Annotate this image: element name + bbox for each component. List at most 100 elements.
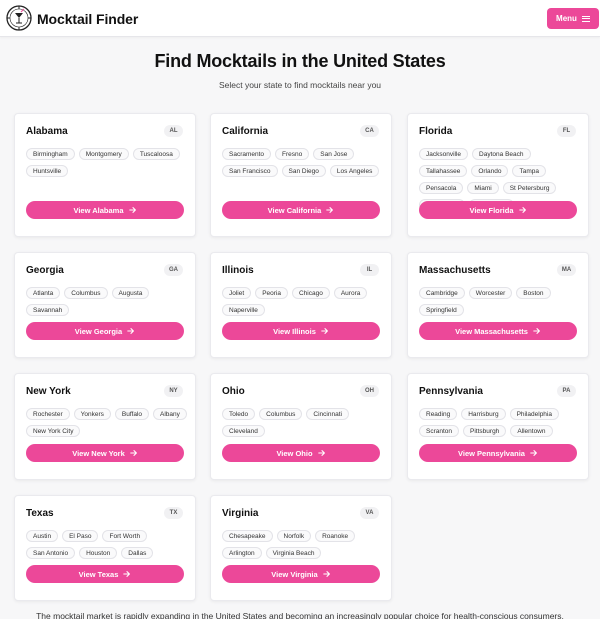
- city-chip[interactable]: Roanoke: [315, 530, 356, 542]
- city-chip[interactable]: Cambridge: [419, 287, 465, 299]
- view-state-button-label: View Massachusetts: [455, 326, 528, 336]
- city-chip[interactable]: Austin: [26, 530, 59, 542]
- city-chip[interactable]: Montgomery: [78, 148, 129, 160]
- city-chip[interactable]: Fresno: [275, 148, 310, 160]
- view-state-button-label: View Texas: [78, 569, 119, 579]
- view-state-button[interactable]: View Florida: [419, 201, 577, 219]
- arrow-right-icon: [533, 328, 540, 334]
- city-chip[interactable]: Tampa: [512, 165, 546, 177]
- city-chip[interactable]: Augusta: [111, 287, 150, 299]
- state-card-florida: Florida FL Jacksonville Daytona Beach Tallah…: [407, 113, 589, 237]
- city-chip[interactable]: Fort Worth: [102, 530, 148, 542]
- city-chip[interactable]: Chicago: [291, 287, 330, 299]
- city-chip-list: Birmingham Montgomery Tuscaloosa Huntsville: [26, 148, 187, 177]
- view-state-button[interactable]: View Illinois: [222, 322, 380, 340]
- view-state-button-label: View Virginia: [271, 569, 318, 579]
- city-chip[interactable]: Tallahassee: [419, 165, 468, 177]
- city-chip[interactable]: San Jose: [313, 148, 355, 160]
- city-chip[interactable]: Dallas: [121, 547, 154, 559]
- city-chip[interactable]: Aurora: [333, 287, 368, 299]
- city-chip[interactable]: Worcester: [468, 287, 513, 299]
- state-name: Ohio: [222, 386, 245, 397]
- view-state-button[interactable]: View Massachusetts: [419, 322, 577, 340]
- state-abbr-badge: VA: [360, 507, 379, 519]
- view-state-button[interactable]: View Alabama: [26, 201, 184, 219]
- view-state-button[interactable]: View Ohio: [222, 444, 380, 462]
- top-navbar: Mocktail Finder Menu: [0, 0, 600, 37]
- state-name: Pennsylvania: [419, 386, 483, 397]
- city-chip[interactable]: Boston: [516, 287, 551, 299]
- city-chip[interactable]: San Francisco: [222, 165, 278, 177]
- city-chip[interactable]: Savannah: [26, 304, 70, 316]
- page-subtitle: Select your state to find mocktails near…: [218, 80, 382, 90]
- city-chip[interactable]: Huntsville: [26, 165, 69, 177]
- compass-cocktail-logo[interactable]: [6, 5, 32, 31]
- city-chip[interactable]: Pittsburgh: [463, 425, 507, 437]
- city-chip-list: Reading Harrisburg Philadelphia Scranton Pit…: [419, 408, 580, 437]
- city-chip-list: Cambridge Worcester Boston Springfield: [419, 287, 580, 316]
- arrow-right-icon: [321, 328, 328, 334]
- view-state-button[interactable]: View Texas: [26, 565, 184, 583]
- city-chip[interactable]: Atlanta: [26, 287, 61, 299]
- arrow-right-icon: [322, 571, 330, 577]
- city-chip[interactable]: Rochester: [26, 408, 70, 420]
- city-chip[interactable]: Columbus: [259, 408, 303, 420]
- city-chip[interactable]: Cleveland: [222, 425, 265, 437]
- city-chip[interactable]: St Petersburg: [502, 182, 557, 194]
- city-chip[interactable]: Daytona Beach: [472, 148, 531, 160]
- city-chip[interactable]: Toledo: [222, 408, 256, 420]
- city-chip-list: Toledo Columbus Cincinnati Cleveland: [222, 408, 383, 437]
- brand-name[interactable]: Mocktail Finder: [37, 11, 138, 27]
- view-state-button[interactable]: View Virginia: [222, 565, 380, 583]
- city-chip[interactable]: Chesapeake: [222, 530, 273, 542]
- view-state-button[interactable]: View California: [222, 201, 380, 219]
- city-chip[interactable]: Buffalo: [114, 408, 149, 420]
- city-chip[interactable]: Harrisburg: [461, 408, 506, 420]
- city-chip[interactable]: Los Angeles: [329, 165, 380, 177]
- view-state-button[interactable]: View New York: [26, 444, 184, 462]
- view-state-button-label: View Pennsylvania: [458, 448, 525, 458]
- view-state-button[interactable]: View Pennsylvania: [419, 444, 577, 462]
- city-chip[interactable]: Yonkers: [73, 408, 111, 420]
- city-chip[interactable]: El Paso: [62, 530, 99, 542]
- state-abbr-badge: FL: [557, 125, 576, 137]
- city-chip[interactable]: Allentown: [510, 425, 553, 437]
- city-chip[interactable]: Sacramento: [222, 148, 272, 160]
- city-chip[interactable]: Scranton: [419, 425, 460, 437]
- state-card-california: California CA Sacramento Fresno San Jose San …: [210, 113, 392, 237]
- state-card-texas: Texas TX Austin El Paso Fort Worth San Antoni…: [14, 495, 196, 601]
- city-chip[interactable]: Virginia Beach: [265, 547, 322, 559]
- city-chip[interactable]: Philadelphia: [509, 408, 559, 420]
- city-chip[interactable]: Miami: [467, 182, 499, 194]
- city-chip[interactable]: Springfield: [419, 304, 464, 316]
- city-chip[interactable]: Columbus: [64, 287, 108, 299]
- city-chip[interactable]: Orlando: [471, 165, 509, 177]
- menu-button[interactable]: Menu: [547, 8, 599, 29]
- city-chip[interactable]: Peoria: [255, 287, 288, 299]
- city-chip[interactable]: Jacksonville: [419, 148, 469, 160]
- state-name: Virginia: [222, 508, 259, 519]
- arrow-right-icon: [326, 207, 334, 213]
- city-chip[interactable]: Tuscaloosa: [132, 148, 180, 160]
- city-chip[interactable]: Cincinnati: [306, 408, 349, 420]
- city-chip[interactable]: Norfolk: [276, 530, 312, 542]
- arrow-right-icon: [130, 450, 137, 456]
- city-chip[interactable]: San Antonio: [26, 547, 76, 559]
- city-chip[interactable]: Pensacola: [419, 182, 464, 194]
- view-state-button-label: View Alabama: [73, 205, 124, 215]
- city-chip-list: Sacramento Fresno San Jose San Francisco San…: [222, 148, 383, 177]
- view-state-button-label: View California: [267, 205, 322, 215]
- city-chip[interactable]: Naperville: [222, 304, 265, 316]
- view-state-button[interactable]: View Georgia: [26, 322, 184, 340]
- city-chip[interactable]: Arlington: [222, 547, 262, 559]
- city-chip[interactable]: New York City: [26, 425, 81, 437]
- city-chip[interactable]: Birmingham: [26, 148, 75, 160]
- state-name: California: [222, 126, 269, 137]
- city-chip[interactable]: Joliet: [222, 287, 252, 299]
- state-card-ohio: Ohio OH Toledo Columbus Cincinnati Cleveland V…: [210, 373, 392, 480]
- city-chip[interactable]: San Diego: [281, 165, 326, 177]
- state-abbr-badge: OH: [360, 385, 379, 397]
- city-chip[interactable]: Houston: [79, 547, 118, 559]
- city-chip[interactable]: Albany: [153, 408, 187, 420]
- city-chip[interactable]: Reading: [419, 408, 458, 420]
